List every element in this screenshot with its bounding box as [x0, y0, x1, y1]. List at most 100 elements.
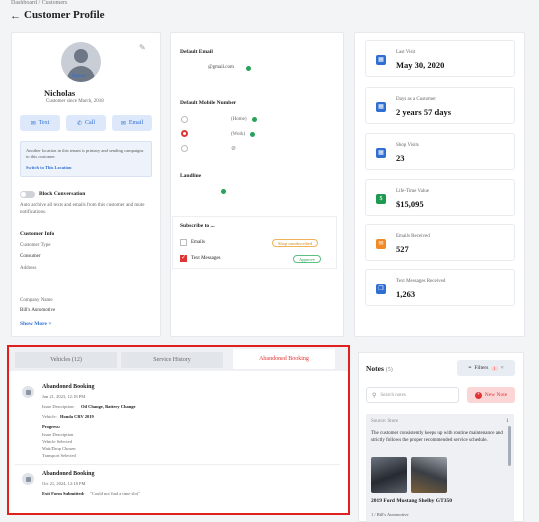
emails-label: Emails [191, 240, 205, 245]
search-icon: ⚲ [372, 392, 377, 399]
emails-checkbox[interactable] [180, 239, 187, 246]
booking-date: Jun 21, 2023, 12:18 PM [42, 394, 86, 399]
stat-card: ▦ Days as a Customer 2 years 57 days [365, 87, 515, 124]
note-source: Source: Store [371, 419, 399, 424]
stat-value: $15,095 [396, 199, 424, 209]
exit-label: Exit Form Submitted: [42, 491, 85, 496]
vehicle-value: Honda CRV 2019 [60, 414, 94, 419]
stat-card: $ Life-Time Value $15,095 [365, 179, 515, 216]
unverified-icon: ⊘ [231, 146, 237, 152]
booking-title: Abandoned Booking [42, 384, 95, 390]
note-page: 1 [506, 419, 509, 424]
page-title: Customer Profile [24, 9, 105, 21]
edit-icon[interactable]: ✎ [139, 43, 146, 52]
note-vehicle: 2019 Ford Mustang Shelby GT350 [371, 498, 452, 504]
texts-checkbox[interactable]: ✓ [180, 255, 187, 262]
stat-card: ❐ Text Messages Received 1,263 [365, 269, 515, 306]
company-value: Bill's Automotive [20, 308, 56, 313]
switch-location-link[interactable]: Switch to This Location [26, 165, 72, 170]
vehicle-photo[interactable] [411, 457, 447, 493]
filter-icon: ≡ [468, 365, 472, 371]
back-arrow-icon[interactable]: ← [10, 10, 21, 22]
stat-label: Shop Visits [396, 143, 419, 148]
stat-label: Text Messages Received [396, 279, 446, 284]
verified-icon [250, 132, 255, 137]
note-text: The customer consistently keeps up with … [371, 431, 503, 443]
chevron-down-icon: ˅ [48, 321, 52, 327]
booking-icon [22, 386, 34, 398]
phone-icon: ✆ [76, 120, 83, 127]
email-value: @gmail.com [208, 65, 234, 70]
vehicle-photo[interactable] [371, 457, 407, 493]
stat-value: 2 years 57 days [396, 107, 452, 117]
phone-home-label: (Home) [231, 117, 247, 122]
vehicle-label: Vehicle: [42, 414, 57, 419]
stat-label: Days as a Customer [396, 97, 436, 102]
chat-icon: ❐ [376, 284, 386, 294]
block-toggle[interactable] [20, 191, 35, 198]
stat-value: May 30, 2020 [396, 60, 445, 70]
progress-step: Transport Selected [42, 453, 76, 458]
tab-abandoned-booking[interactable]: Abandoned Booking [233, 349, 335, 369]
verified-icon [246, 66, 251, 71]
calendar-icon: ▦ [376, 148, 386, 158]
divider [15, 464, 340, 465]
landline-title: Landline [180, 173, 202, 179]
note-scrollbar[interactable] [508, 426, 511, 466]
booking-icon [22, 473, 34, 485]
address-label: Address [20, 266, 37, 271]
verified-icon [252, 117, 257, 122]
show-more-link[interactable]: Show More ˅ [20, 321, 51, 327]
phone-work-label: (Work) [231, 132, 246, 137]
issue-value: Oil Change, Battery Change [81, 404, 136, 409]
filter-count-badge: 1 [491, 365, 498, 371]
customer-type-label: Customer Type [20, 243, 51, 248]
texts-label: Text Messages [191, 256, 221, 261]
stat-value: 1,263 [396, 289, 416, 299]
calendar-icon: ▦ [376, 55, 386, 65]
notes-title: Notes (5) [366, 364, 393, 373]
stat-value: 23 [396, 153, 405, 163]
stat-label: Emails Received [396, 234, 430, 239]
default-mobile-title: Default Mobile Number [180, 100, 237, 106]
stat-label: Life-Time Value [396, 189, 429, 194]
breadcrumb[interactable]: Dashboard / Customers [11, 0, 67, 6]
customer-info-title: Customer Info [20, 231, 55, 237]
mail-icon: ✉ [120, 120, 126, 127]
new-note-button[interactable]: + New Note [467, 387, 515, 403]
progress-label: Progress: [42, 424, 61, 429]
customer-name: Nicholas [44, 88, 76, 98]
block-label: Block Conversation [39, 191, 86, 197]
email-button[interactable]: ✉ Email [112, 115, 152, 131]
booking-title: Abandoned Booking [42, 471, 95, 477]
verified-icon [221, 189, 226, 194]
phone-radio-home[interactable] [181, 116, 188, 123]
call-button[interactable]: ✆ Call [66, 115, 106, 131]
progress-step: Issue Description [42, 432, 74, 437]
tab-vehicles[interactable]: Vehicles (12) [15, 352, 117, 368]
plus-icon: + [474, 391, 482, 399]
notes-search-input[interactable]: ⚲ Search notes [366, 387, 459, 403]
stat-value: 527 [396, 244, 409, 254]
contact-card [170, 32, 344, 337]
company-label: Company Name [20, 298, 53, 303]
stat-card: ▦ Shop Visits 23 [365, 133, 515, 170]
progress-step: Wait/Drop Chosen [42, 446, 76, 451]
text-button[interactable]: ✉ Text [20, 115, 60, 131]
message-icon: ✉ [30, 120, 36, 127]
phone-radio-other[interactable] [181, 145, 188, 152]
chevron-down-icon: ˅ [500, 365, 504, 371]
subscribe-title: Subscribe to ... [180, 223, 215, 229]
default-email-title: Default Email [180, 49, 213, 55]
texts-status-badge: Approve [293, 255, 321, 263]
booking-date: Oct 21, 2024, 12:18 PM [42, 481, 86, 486]
phone-radio-work[interactable] [181, 130, 188, 137]
stat-card: ✉ Emails Received 527 [365, 224, 515, 261]
notice-text: Another location in this tenant is prima… [26, 148, 144, 159]
filters-button[interactable]: ≡ Filters 1 ˅ [457, 360, 515, 376]
repeat-badge: Repeat [72, 74, 86, 79]
tab-service-history[interactable]: Service History [121, 352, 223, 368]
stat-card: ▦ Last Visit May 30, 2020 [365, 40, 515, 77]
emails-status-badge: Shop unsubscribed [272, 239, 319, 247]
progress-step: Vehicle Selected [42, 439, 72, 444]
